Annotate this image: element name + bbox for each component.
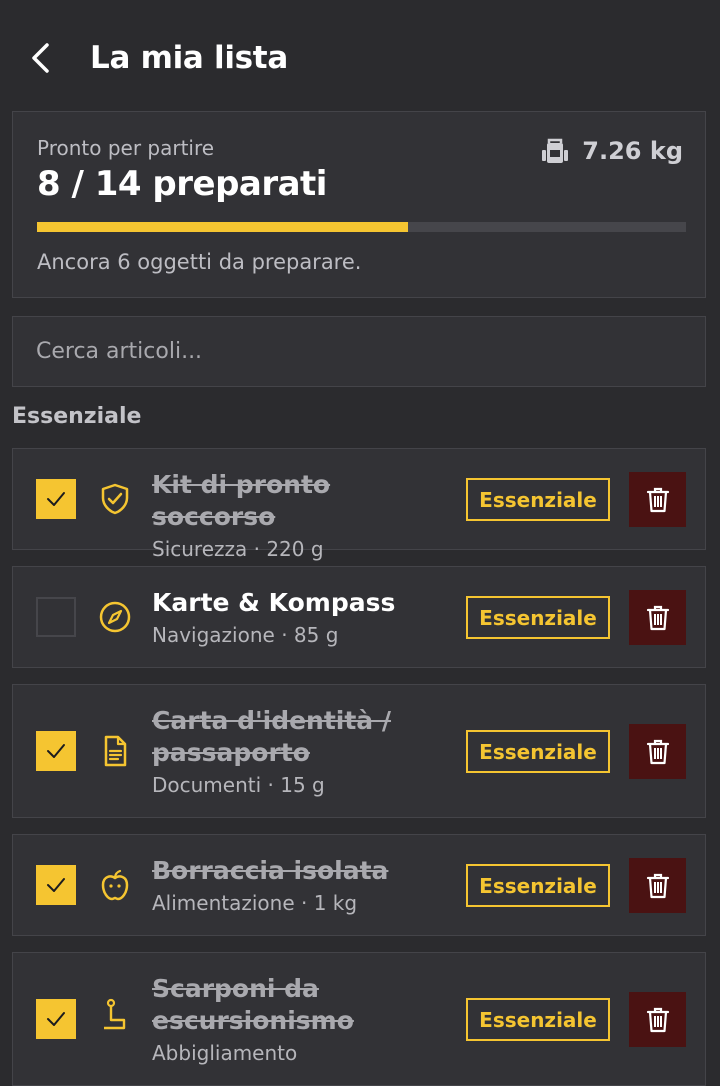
item-name: Carta d'identità / passaporto: [152, 706, 392, 767]
list-item: Scarponi da escursionismo Abbigliamento …: [12, 952, 706, 1086]
item-checkbox[interactable]: [36, 865, 76, 905]
item-text: Kit di pronto soccorso Sicurezza · 220 g: [152, 469, 442, 561]
app-header: La mia lista: [0, 0, 720, 112]
item-checkbox[interactable]: [36, 999, 76, 1039]
item-meta: Navigazione · 85 g: [152, 623, 339, 647]
item-meta: Sicurezza · 220 g: [152, 537, 324, 561]
item-text: Carta d'identità / passaporto Documenti …: [152, 705, 442, 797]
trash-icon: [646, 605, 669, 630]
delete-button[interactable]: [629, 590, 686, 645]
priority-badge[interactable]: Essenziale: [466, 596, 610, 639]
list-item: Kit di pronto soccorso Sicurezza · 220 g…: [12, 448, 706, 561]
shield-check-icon: [97, 481, 133, 517]
check-icon: [47, 878, 65, 892]
delete-button[interactable]: [629, 472, 686, 527]
trash-icon: [646, 739, 669, 764]
remaining-text: Ancora 6 oggetti da preparare.: [37, 250, 362, 274]
summary-subtitle: Pronto per partire: [37, 136, 215, 160]
item-meta: Abbigliamento: [152, 1041, 298, 1065]
priority-badge[interactable]: Essenziale: [466, 478, 610, 521]
backpack-icon: [542, 138, 569, 163]
progress-fill: [37, 222, 408, 232]
item-checkbox[interactable]: [36, 479, 76, 519]
item-meta: Alimentazione · 1 kg: [152, 891, 358, 915]
list-item: Carta d'identità / passaporto Documenti …: [12, 684, 706, 818]
progress-bar: [37, 222, 686, 232]
packing-summary-card: Pronto per partire 8 / 14 preparati 7.26…: [12, 111, 706, 298]
total-weight-value: 7.26 kg: [582, 137, 683, 165]
document-icon: [97, 733, 133, 769]
check-icon: [47, 744, 65, 758]
delete-button[interactable]: [629, 724, 686, 779]
item-name: Kit di pronto soccorso: [152, 470, 331, 531]
priority-badge[interactable]: Essenziale: [466, 998, 610, 1041]
list-item: Borraccia isolata Alimentazione · 1 kg E…: [12, 834, 706, 936]
delete-button[interactable]: [629, 858, 686, 913]
check-icon: [47, 492, 65, 506]
trash-icon: [646, 873, 669, 898]
item-name: Scarponi da escursionismo: [152, 974, 354, 1035]
item-text: Scarponi da escursionismo Abbigliamento: [152, 973, 442, 1065]
item-name: Karte & Kompass: [152, 588, 396, 617]
apple-icon: [97, 867, 133, 903]
item-checkbox[interactable]: [36, 731, 76, 771]
item-text: Karte & Kompass Navigazione · 85 g: [152, 587, 442, 647]
page-title: La mia lista: [90, 40, 288, 76]
packed-count: 8 / 14 preparati: [37, 164, 327, 204]
priority-badge[interactable]: Essenziale: [466, 730, 610, 773]
trash-icon: [646, 487, 669, 512]
section-title: Essenziale: [12, 404, 142, 429]
back-button[interactable]: [22, 38, 58, 78]
compass-icon: [97, 599, 133, 635]
back-arrow-icon: [32, 43, 49, 73]
trash-icon: [646, 1007, 669, 1032]
item-meta: Documenti · 15 g: [152, 773, 325, 797]
search-box: [12, 316, 706, 387]
total-weight: 7.26 kg: [540, 136, 683, 166]
item-name: Borraccia isolata: [152, 856, 389, 885]
delete-button[interactable]: [629, 992, 686, 1047]
list-item: Karte & Kompass Navigazione · 85 g Essen…: [12, 566, 706, 668]
boot-icon: [97, 997, 133, 1033]
priority-badge[interactable]: Essenziale: [466, 864, 610, 907]
item-checkbox[interactable]: [36, 597, 76, 637]
search-input[interactable]: [13, 317, 705, 386]
item-text: Borraccia isolata Alimentazione · 1 kg: [152, 855, 442, 915]
